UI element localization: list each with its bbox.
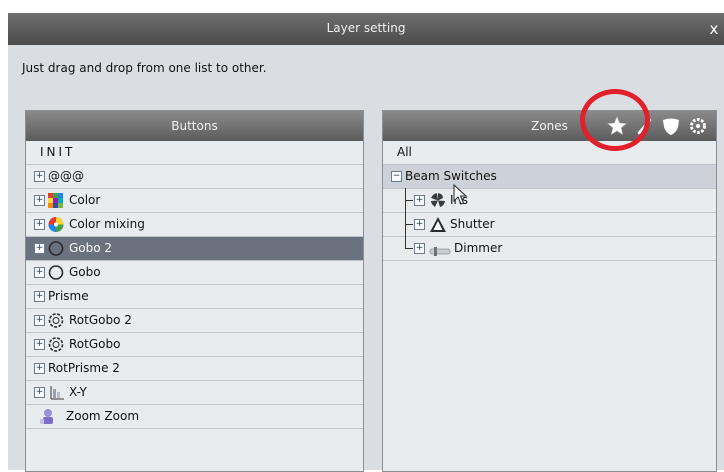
list-item-label: RotGobo 2 — [69, 313, 132, 327]
expand-icon[interactable]: + — [414, 195, 425, 206]
cursor-icon — [453, 184, 468, 205]
instruction-text: Just drag and drop from one list to othe… — [22, 61, 267, 75]
expand-icon[interactable]: + — [34, 339, 45, 350]
list-item-label: INIT — [40, 145, 76, 159]
close-button[interactable]: x — [704, 19, 724, 39]
list-item-label: X-Y — [69, 385, 87, 399]
list-item-rotgobo-2[interactable]: + RotGobo 2 — [26, 309, 363, 333]
zone-item-all[interactable]: All — [383, 141, 716, 165]
zone-item-dimmer[interactable]: + Dimmer — [383, 236, 716, 261]
list-item-gobo[interactable]: + Gobo — [26, 261, 363, 285]
expand-icon[interactable]: + — [34, 315, 45, 326]
tree-line — [405, 200, 413, 201]
gear-icon[interactable] — [686, 114, 710, 138]
zone-item-label: All — [397, 145, 412, 159]
zone-item-label: Shutter — [450, 217, 495, 231]
zone-item-label: Dimmer — [454, 241, 503, 255]
expand-icon[interactable]: + — [34, 195, 45, 206]
rotgobo-icon — [48, 313, 64, 328]
expand-icon[interactable]: + — [34, 243, 45, 254]
shutter-icon — [430, 217, 446, 232]
expand-icon[interactable]: + — [34, 387, 45, 398]
expand-icon[interactable]: + — [34, 267, 45, 278]
title-bar[interactable]: Layer setting x — [8, 13, 724, 45]
list-item-rotprisme-2[interactable]: + RotPrisme 2 — [26, 357, 363, 381]
zones-panel-title: Zones — [531, 119, 568, 133]
list-item-atatat[interactable]: + @@@ — [26, 165, 363, 189]
expand-icon[interactable]: + — [34, 171, 45, 182]
zoom-figure-icon — [40, 409, 53, 424]
list-item-label: Gobo — [69, 265, 101, 279]
expand-icon[interactable]: + — [34, 291, 45, 302]
zone-item-iris[interactable]: + Iris — [383, 188, 716, 213]
gobo-ring-icon — [48, 241, 64, 256]
collapse-icon[interactable]: − — [391, 171, 402, 182]
highlight-circle-annotation — [580, 89, 650, 151]
list-item-label: Zoom Zoom — [66, 409, 140, 423]
list-item-gobo-2[interactable]: + Gobo 2 — [26, 237, 363, 261]
zone-item-shutter[interactable]: + Shutter — [383, 212, 716, 237]
list-item-init[interactable]: INIT — [26, 141, 363, 165]
gobo-ring-icon — [48, 265, 64, 280]
tree-line — [405, 224, 413, 225]
expand-icon[interactable]: + — [34, 363, 45, 374]
list-item-label: Color — [69, 193, 101, 207]
window-title: Layer setting — [326, 21, 406, 35]
list-item-rotgobo[interactable]: + RotGobo — [26, 333, 363, 357]
list-item-label: Gobo 2 — [69, 241, 113, 255]
expand-icon[interactable]: + — [414, 243, 425, 254]
xy-icon — [50, 386, 64, 400]
zones-panel: Zones All − Beam Switches + + Shutter + … — [382, 110, 717, 472]
layer-setting-window: Layer setting x Just drag and drop from … — [8, 13, 724, 472]
list-item-color[interactable]: + Color — [26, 189, 363, 213]
list-item-x-y[interactable]: + X-Y — [26, 381, 363, 405]
list-item-label: Prisme — [48, 289, 89, 303]
list-item-label: Color mixing — [69, 217, 145, 231]
list-item-color-mixing[interactable]: + Color mixing — [26, 213, 363, 237]
list-item-prisme[interactable]: + Prisme — [26, 285, 363, 309]
list-item-zoom-zoom[interactable]: Zoom Zoom — [26, 405, 363, 429]
color-wheel-icon — [48, 217, 64, 232]
zones-panel-header: Zones — [383, 111, 716, 141]
list-item-label: @@@ — [48, 169, 84, 183]
expand-icon[interactable]: + — [414, 219, 425, 230]
color-grid-icon — [48, 193, 63, 208]
dimmer-icon — [429, 247, 451, 256]
buttons-panel: Buttons INIT + @@@ + Color + Color mixin… — [25, 110, 364, 472]
zone-item-label: Beam Switches — [405, 169, 497, 183]
shield-icon[interactable] — [659, 114, 683, 138]
rotgobo-icon — [48, 337, 64, 352]
tree-line — [405, 248, 413, 249]
list-item-label: RotGobo — [69, 337, 121, 351]
zone-item-beam-switches[interactable]: − Beam Switches — [383, 165, 716, 189]
iris-icon — [431, 193, 445, 207]
buttons-panel-header: Buttons — [26, 111, 363, 141]
list-item-label: RotPrisme 2 — [48, 361, 120, 375]
expand-icon[interactable]: + — [34, 219, 45, 230]
